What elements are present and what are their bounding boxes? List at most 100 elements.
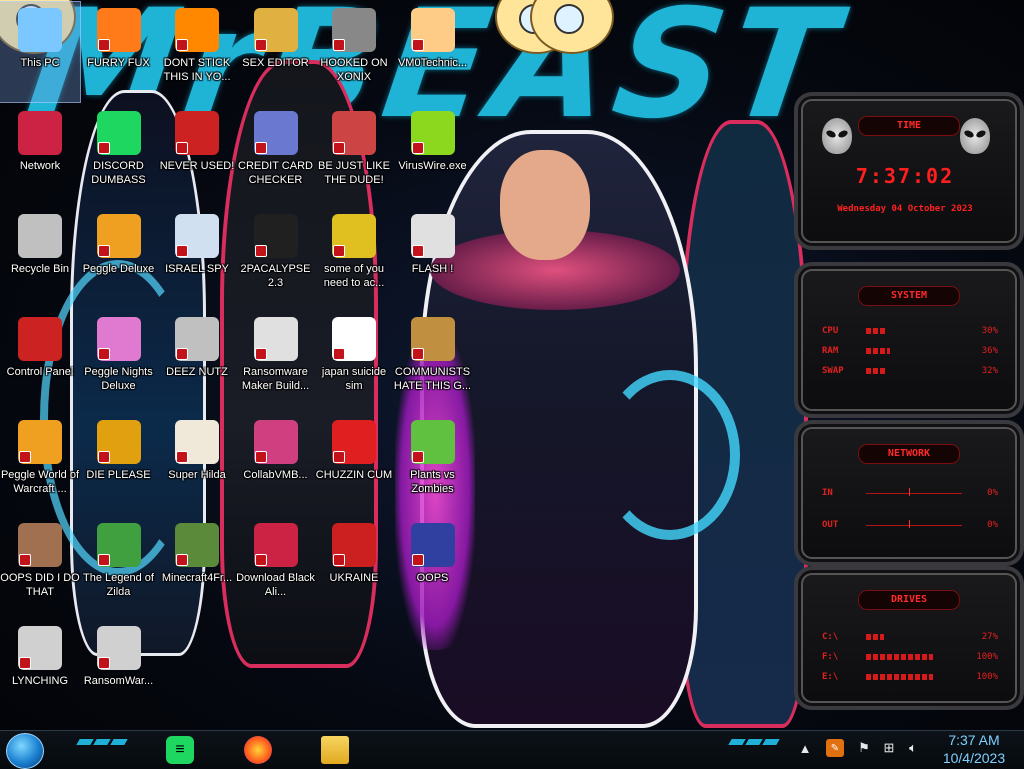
flash-doc-icon xyxy=(410,214,455,258)
desktop-icon[interactable]: CHUZZIN CUM xyxy=(314,414,394,514)
clock-time: 7:37 AM xyxy=(948,732,1000,748)
desktop-icon-label: Recycle Bin xyxy=(10,263,70,275)
shortcut-badge-icon xyxy=(97,245,110,257)
desktop-icon[interactable]: Download Black Ali... xyxy=(236,517,316,617)
desktop-icon[interactable]: LYNCHING xyxy=(0,620,80,720)
desktop-icon[interactable]: CollabVMB... xyxy=(236,414,316,514)
shortcut-badge-icon xyxy=(19,451,31,463)
show-desktop-arrow-icon[interactable]: ▲ xyxy=(792,739,818,757)
desktop-icon[interactable]: Control Panel xyxy=(0,311,80,411)
desktop-icon-label: DISCORD DUMBASS xyxy=(91,160,146,186)
desktop-icon[interactable]: RansomWar... xyxy=(79,620,159,720)
app-tray-icon[interactable]: ✎ xyxy=(826,739,844,757)
desktop-icon[interactable]: Minecraft4Fr... xyxy=(157,517,237,617)
system-row-label: CPU xyxy=(822,326,839,336)
folder-icon xyxy=(321,736,349,764)
shortcut-badge-icon xyxy=(97,142,110,154)
plant-icon xyxy=(410,420,455,464)
desktop-icon[interactable]: DIE PLEASE xyxy=(79,414,159,514)
grass-block-icon xyxy=(175,523,219,567)
shortcut-badge-icon xyxy=(97,348,110,360)
desktop-icon[interactable]: VM0Technic... xyxy=(393,2,473,102)
desktop-icon[interactable]: DEEZ NUTZ xyxy=(157,311,237,411)
desktop-icon[interactable]: FLASH ! xyxy=(393,208,473,308)
desktop-icon-label: NEVER USED! xyxy=(159,160,235,172)
shortcut-badge-icon xyxy=(254,39,267,51)
desktop-icon[interactable]: VirusWire.exe xyxy=(393,105,473,205)
elf-face-icon xyxy=(332,111,376,155)
shortcut-badge-icon xyxy=(333,554,345,566)
portrait-icon xyxy=(18,523,62,567)
desktop-icon[interactable]: Super Hilda xyxy=(157,414,237,514)
desktop-icon[interactable]: NEVER USED! xyxy=(157,105,237,205)
desktop-icon-label: Peggle Deluxe xyxy=(82,263,155,275)
dev-cpp-icon xyxy=(175,111,219,155)
desktop-icon-label: CHUZZIN CUM xyxy=(315,469,393,481)
desktop-icon[interactable]: Network xyxy=(0,105,80,205)
shortcut-badge-icon xyxy=(254,245,267,257)
shortcut-badge-icon xyxy=(254,348,267,360)
desktop-icon[interactable]: UKRAINE xyxy=(314,517,394,617)
shortcut-badge-icon xyxy=(333,39,345,51)
system-row-meter xyxy=(866,328,962,334)
desktop-icon-label: UKRAINE xyxy=(329,572,379,584)
action-center-flag-icon[interactable]: ⚑ xyxy=(855,739,873,757)
shortcut-badge-icon xyxy=(176,245,188,257)
taskbar-clock[interactable]: 7:37 AM 10/4/2023 xyxy=(932,731,1016,769)
desktop-icon-label: HOOKED ON XONIX xyxy=(320,57,388,83)
desktop-icon[interactable]: SEX EDITOR xyxy=(236,2,316,102)
desktop-icon[interactable]: DISCORD DUMBASS xyxy=(79,105,159,205)
taskbar-file-explorer-button[interactable] xyxy=(310,734,360,766)
start-button[interactable] xyxy=(6,733,44,769)
desktop-icon[interactable]: japan suicide sim xyxy=(314,311,394,411)
desktop-icon[interactable]: HOOKED ON XONIX xyxy=(314,2,394,102)
taskbar-spotify-button[interactable]: ≡ xyxy=(155,734,205,766)
drives-row-label: E:\ xyxy=(822,672,839,682)
desktop-icon-label: Peggle World of Warcraft ... xyxy=(0,469,80,495)
system-gadget[interactable]: SYSTEM CPU 30% RAM 36% SWAP 32% xyxy=(794,262,1024,418)
drives-row-label: F:\ xyxy=(822,652,839,662)
desktop-icon[interactable]: Peggle Nights Deluxe xyxy=(79,311,159,411)
gadget-clock-date: Wednesday 04 October 2023 xyxy=(837,204,973,214)
desktop-icon[interactable]: OOPS xyxy=(393,517,473,617)
desktop-icon[interactable]: Ransomware Maker Build... xyxy=(236,311,316,411)
volume-icon[interactable]: 🔈︎ xyxy=(904,739,922,757)
desktop-icon-label: CREDIT CARD CHECKER xyxy=(238,160,313,186)
taskbar-firefox-button[interactable] xyxy=(233,734,283,766)
desktop-icon[interactable]: The Legend of Zilda xyxy=(79,517,159,617)
desktop-icon[interactable]: Plants vs Zombies xyxy=(393,414,473,514)
shortcut-badge-icon xyxy=(411,39,424,51)
desktop-icon[interactable]: BE JUST LIKE THE DUDE! xyxy=(314,105,394,205)
desktop-icon[interactable]: COMMUNISTS HATE THIS G... xyxy=(393,311,473,411)
desktop-icon[interactable]: CREDIT CARD CHECKER xyxy=(236,105,316,205)
desktop-icon[interactable]: Recycle Bin xyxy=(0,208,80,308)
desktop-icon[interactable]: OOPS DID I DO THAT xyxy=(0,517,80,617)
desktop-icon[interactable]: 2PACALYPSE 2.3 xyxy=(236,208,316,308)
shortcut-badge-icon xyxy=(333,245,345,257)
desktop-icon-label: OOPS DID I DO THAT xyxy=(0,572,80,598)
desktop-icon[interactable]: This PC xyxy=(0,1,81,103)
shortcut-badge-icon xyxy=(97,554,110,566)
taskbar-decoration xyxy=(76,739,128,749)
network-row-label: IN xyxy=(822,488,833,498)
desktop-icon[interactable]: FURRY FUX xyxy=(79,2,159,102)
desktop-icon-label: japan suicide sim xyxy=(321,366,387,392)
desktop-icon-label: This PC xyxy=(20,57,60,69)
desktop-icon[interactable]: Peggle World of Warcraft ... xyxy=(0,414,80,514)
control-panel-icon xyxy=(18,317,62,361)
desktop-icon[interactable]: ISRAEL SPY xyxy=(157,208,237,308)
network-row-graph-spike xyxy=(909,520,911,528)
firefox-icon xyxy=(244,736,272,764)
lime-icon xyxy=(410,111,455,155)
desktop-icon-label: Plants vs Zombies xyxy=(410,469,455,495)
shortcut-badge-icon xyxy=(176,554,188,566)
desktop-icon[interactable]: DONT STICK THIS IN YO... xyxy=(157,2,237,102)
drives-gadget[interactable]: DRIVES C:\ 27% F:\ 100% E:\ 100% xyxy=(794,566,1024,710)
desktop-icon-label: COMMUNISTS HATE THIS G... xyxy=(393,366,472,392)
network-tray-icon[interactable]: ⊞ xyxy=(880,739,898,757)
desktop-icon-label: 2PACALYPSE 2.3 xyxy=(240,263,311,289)
network-gadget[interactable]: NETWORK IN 0% OUT 0% xyxy=(794,420,1024,566)
desktop-icon[interactable]: Peggle Deluxe xyxy=(79,208,159,308)
desktop-icon[interactable]: some of you need to ac... xyxy=(314,208,394,308)
time-gadget[interactable]: TIME 7:37:02 Wednesday 04 October 2023 xyxy=(794,92,1024,250)
